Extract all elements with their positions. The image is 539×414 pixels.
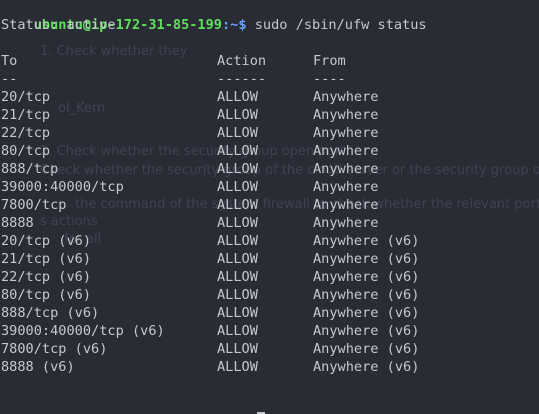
rule-to: 7800/tcp (v6) bbox=[1, 341, 108, 357]
rule-to: 39000:40000/tcp bbox=[1, 179, 124, 195]
rule-from: Anywhere bbox=[313, 107, 379, 123]
rule-to: 8888 (v6) bbox=[1, 359, 75, 375]
rule-to: 22/tcp (v6) bbox=[1, 269, 92, 285]
rule-action: ALLOW bbox=[217, 143, 258, 159]
table-row: 8888 ALLOW Anywhere bbox=[1, 214, 531, 232]
rule-to: 888/tcp (v6) bbox=[1, 305, 100, 321]
rule-from: Anywhere (v6) bbox=[313, 359, 420, 375]
rule-from: Anywhere (v6) bbox=[313, 251, 420, 267]
rule-action: ALLOW bbox=[217, 341, 258, 357]
rule-action: ALLOW bbox=[217, 197, 258, 213]
rule-action: ALLOW bbox=[217, 179, 258, 195]
table-divider: -- ------ ---- bbox=[1, 70, 531, 88]
rule-to: 21/tcp (v6) bbox=[1, 251, 92, 267]
rule-from: Anywhere bbox=[313, 143, 379, 159]
rule-action: ALLOW bbox=[217, 269, 258, 285]
rule-from: Anywhere bbox=[313, 197, 379, 213]
rule-action: ALLOW bbox=[217, 125, 258, 141]
prompt-line[interactable]: ubuntu@ip-172-31-85-199:~$ bbox=[1, 394, 265, 414]
rule-from: Anywhere (v6) bbox=[313, 341, 420, 357]
rule-from: Anywhere (v6) bbox=[313, 323, 420, 339]
table-row: 80/tcp ALLOW Anywhere bbox=[1, 142, 531, 160]
rule-to: 20/tcp (v6) bbox=[1, 233, 92, 249]
header-action: Action bbox=[217, 53, 267, 69]
rule-action: ALLOW bbox=[217, 287, 258, 303]
rule-to: 8888 bbox=[1, 215, 34, 231]
table-row: 888/tcp ALLOW Anywhere bbox=[1, 160, 531, 178]
rule-from: Anywhere (v6) bbox=[313, 287, 420, 303]
table-row: 7800/tcp ALLOW Anywhere bbox=[1, 196, 531, 214]
rule-from: Anywhere bbox=[313, 125, 379, 141]
table-row: 22/tcp (v6) ALLOW Anywhere (v6) bbox=[1, 268, 531, 286]
table-row: 20/tcp (v6) ALLOW Anywhere (v6) bbox=[1, 232, 531, 250]
divider-action: ------ bbox=[217, 71, 267, 87]
table-row: 21/tcp (v6) ALLOW Anywhere (v6) bbox=[1, 250, 531, 268]
table-row: 22/tcp ALLOW Anywhere bbox=[1, 124, 531, 142]
status-line: Status: active bbox=[1, 17, 116, 33]
table-row: 21/tcp ALLOW Anywhere bbox=[1, 106, 531, 124]
prompt-separator: :~$ bbox=[222, 17, 247, 33]
rule-from: Anywhere (v6) bbox=[313, 269, 420, 285]
rule-from: Anywhere bbox=[313, 89, 379, 105]
rule-action: ALLOW bbox=[217, 89, 258, 105]
command-line: ubuntu@ip-172-31-85-199:~$ sudo /sbin/uf… bbox=[1, 0, 427, 33]
rule-to: 80/tcp (v6) bbox=[1, 287, 92, 303]
rule-to: 21/tcp bbox=[1, 107, 51, 123]
header-to: To bbox=[1, 53, 18, 69]
rule-action: ALLOW bbox=[217, 359, 258, 375]
rule-from: Anywhere (v6) bbox=[313, 233, 420, 249]
rule-to: 22/tcp bbox=[1, 125, 51, 141]
table-row: 80/tcp (v6) ALLOW Anywhere (v6) bbox=[1, 286, 531, 304]
command-text: sudo /sbin/ufw status bbox=[246, 17, 427, 33]
rule-action: ALLOW bbox=[217, 233, 258, 249]
rule-action: ALLOW bbox=[217, 305, 258, 321]
terminal-window[interactable]: 1. Check whether they ol_Kern 2. Check w… bbox=[0, 0, 539, 414]
rule-to: 80/tcp bbox=[1, 143, 51, 159]
table-row: 39000:40000/tcp (v6) ALLOW Anywhere (v6) bbox=[1, 322, 531, 340]
table-row: 8888 (v6) ALLOW Anywhere (v6) bbox=[1, 358, 531, 376]
table-row: 39000:40000/tcp ALLOW Anywhere bbox=[1, 178, 531, 196]
rule-to: 39000:40000/tcp (v6) bbox=[1, 323, 165, 339]
header-from: From bbox=[313, 53, 346, 69]
rule-action: ALLOW bbox=[217, 251, 258, 267]
rule-to: 888/tcp bbox=[1, 161, 59, 177]
table-row: 7800/tcp (v6) ALLOW Anywhere (v6) bbox=[1, 340, 531, 358]
rule-from: Anywhere (v6) bbox=[313, 305, 420, 321]
rule-to: 20/tcp bbox=[1, 89, 51, 105]
rule-to: 7800/tcp bbox=[1, 197, 67, 213]
divider-to: -- bbox=[1, 71, 18, 87]
rule-action: ALLOW bbox=[217, 323, 258, 339]
rule-from: Anywhere bbox=[313, 179, 379, 195]
rule-from: Anywhere bbox=[313, 215, 379, 231]
rule-from: Anywhere bbox=[313, 161, 379, 177]
table-header: To Action From bbox=[1, 52, 531, 70]
rule-action: ALLOW bbox=[217, 161, 258, 177]
divider-from: ---- bbox=[313, 71, 346, 87]
rule-action: ALLOW bbox=[217, 215, 258, 231]
table-row: 888/tcp (v6) ALLOW Anywhere (v6) bbox=[1, 304, 531, 322]
table-row: 20/tcp ALLOW Anywhere bbox=[1, 88, 531, 106]
rule-action: ALLOW bbox=[217, 107, 258, 123]
